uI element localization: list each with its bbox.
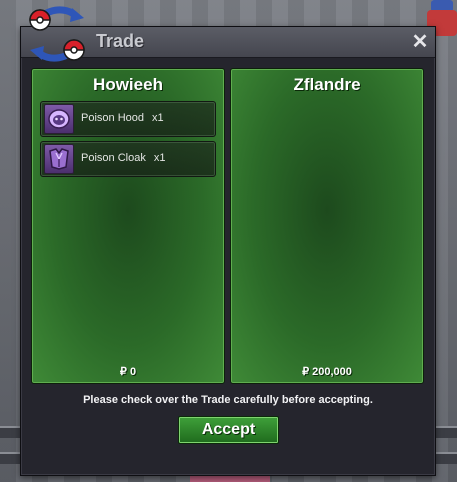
pokeball-swap-logo <box>22 2 92 66</box>
item-quantity: x1 <box>153 152 166 164</box>
partner-offer-panel: Zflandre ₽ 200,000 <box>230 68 424 384</box>
offer-item-list: Poison Hood x1 Poison Cloak x1 <box>40 101 216 181</box>
player-name: Zflandre <box>293 75 361 94</box>
accept-button[interactable]: Accept <box>178 416 279 444</box>
offer-item[interactable]: Poison Cloak x1 <box>40 141 216 177</box>
money-amount: ₽ 200,000 <box>302 366 352 378</box>
item-label: Poison Cloak x1 <box>81 152 165 164</box>
close-icon: ✕ <box>411 31 429 53</box>
trade-window: Trade ✕ Howieeh Poison Hood x1 Poison Cl… <box>20 26 436 476</box>
money-amount: ₽ 0 <box>119 366 137 378</box>
poison-cloak-icon <box>44 144 74 174</box>
item-quantity: x1 <box>152 112 164 124</box>
item-name: Poison Cloak <box>81 152 146 164</box>
close-button[interactable]: ✕ <box>409 31 431 53</box>
item-name: Poison Hood <box>81 112 144 124</box>
trade-notice: Please check over the Trade carefully be… <box>83 394 373 406</box>
my-offer-panel: Howieeh Poison Hood x1 Poison Cloak x1 ₽… <box>31 68 225 384</box>
poison-hood-icon <box>44 104 74 134</box>
window-title: Trade <box>96 31 145 51</box>
offer-item[interactable]: Poison Hood x1 <box>40 101 216 137</box>
item-label: Poison Hood x1 <box>81 112 164 124</box>
player-name: Howieeh <box>93 75 163 94</box>
